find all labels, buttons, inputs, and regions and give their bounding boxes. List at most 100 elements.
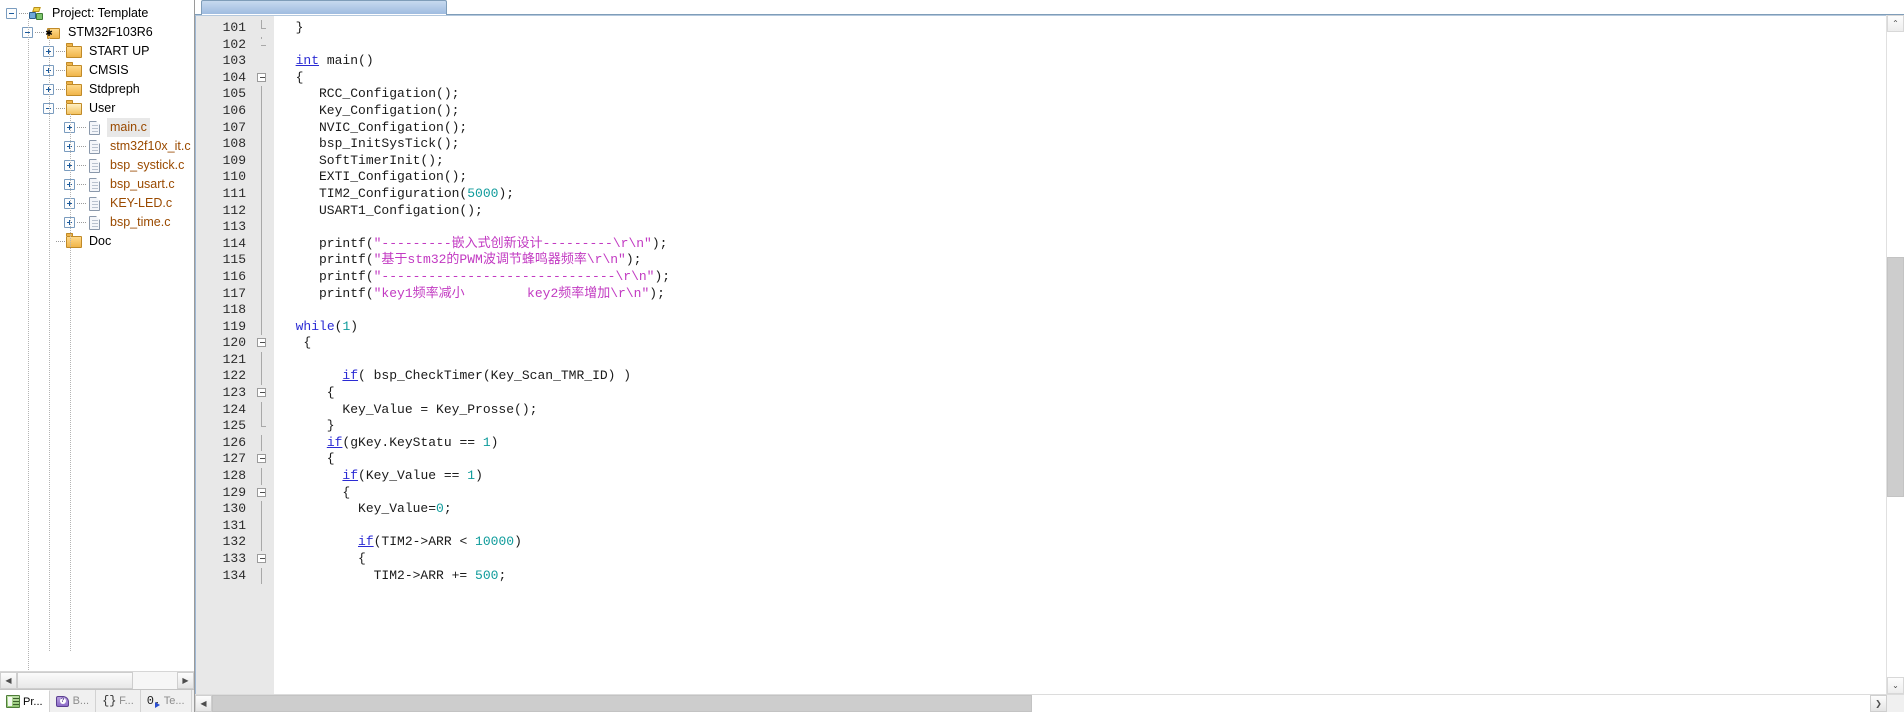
tree-item-user[interactable]: User xyxy=(0,99,194,118)
project-tab-te[interactable]: 0, Te... xyxy=(140,690,192,712)
document-tab-active[interactable] xyxy=(201,0,447,15)
code-line[interactable]: { xyxy=(274,335,1886,352)
fold-toggle-icon[interactable] xyxy=(254,451,274,468)
fold-toggle-icon[interactable] xyxy=(254,385,274,402)
code-line[interactable]: bsp_InitSysTick(); xyxy=(274,136,1886,153)
tree-item-cmsis[interactable]: CMSIS xyxy=(0,61,194,80)
code-line[interactable]: } xyxy=(274,418,1886,435)
code-line[interactable]: RCC_Configation(); xyxy=(274,86,1886,103)
line-number: 111 xyxy=(222,185,246,201)
code-line[interactable]: if(Key_Value == 1) xyxy=(274,468,1886,485)
tree-item-stm32f103r6[interactable]: ✱ STM32F103R6 xyxy=(0,23,194,42)
editor-scroll-up-button[interactable]: ⌃ xyxy=(1887,15,1904,32)
code-token: RCC_Configation(); xyxy=(280,86,460,102)
tree-item-doc[interactable]: Doc xyxy=(0,232,194,251)
code-line[interactable]: printf("基于stm32的PWM波调节蜂鸣器频率\r\n"); xyxy=(274,252,1886,269)
editor-scroll-down-button[interactable]: ⌄ xyxy=(1887,677,1904,694)
code-line[interactable]: USART1_Configation(); xyxy=(274,203,1886,220)
code-line[interactable]: EXTI_Configation(); xyxy=(274,169,1886,186)
tree-item-label: START UP xyxy=(89,44,150,58)
code-line[interactable]: if( bsp_CheckTimer(Key_Scan_TMR_ID) ) xyxy=(274,368,1886,385)
scrollbar-corner xyxy=(1887,695,1904,712)
tree-scroll-right-button[interactable]: ▶ xyxy=(177,672,194,689)
project-pane: Project: Template ✱ STM32F103R6 START UP CMS… xyxy=(0,0,195,712)
code-line[interactable]: { xyxy=(274,385,1886,402)
tree-hscroll-thumb[interactable] xyxy=(17,672,133,689)
code-token: if xyxy=(326,434,343,450)
project-tab-label: B... xyxy=(72,695,90,707)
editor-scroll-right-button[interactable]: ❯ xyxy=(1870,695,1887,712)
code-line[interactable]: } xyxy=(274,20,1886,37)
project-tree-hscrollbar[interactable]: ◀ ▶ xyxy=(0,671,194,689)
tree-item-label: User xyxy=(89,101,116,115)
fold-guide xyxy=(254,152,274,170)
editor-hscroll-thumb[interactable] xyxy=(212,695,1032,712)
code-line[interactable]: printf("---------嵌入式创新设计---------\r\n"); xyxy=(274,236,1886,253)
code-line[interactable]: { xyxy=(274,70,1886,87)
code-token: 5000 xyxy=(467,185,499,201)
document-tab-row[interactable] xyxy=(195,0,1904,15)
tree-item-key-led-c[interactable]: KEY-LED.c xyxy=(0,194,194,213)
editor-scroll-left-button[interactable]: ◀ xyxy=(195,695,212,712)
fold-guide xyxy=(254,136,274,153)
code-line[interactable]: Key_Value = Key_Prosse(); xyxy=(274,402,1886,419)
code-line[interactable]: { xyxy=(274,551,1886,568)
tree-item-main-c[interactable]: main.c xyxy=(0,118,194,137)
fold-toggle-icon[interactable] xyxy=(254,335,274,352)
tree-item-stdpreph[interactable]: Stdpreph xyxy=(0,80,194,99)
code-token: } xyxy=(280,20,304,35)
editor-vscroll-track[interactable] xyxy=(1887,32,1904,677)
code-token: { xyxy=(280,335,312,351)
tree-item-project-template[interactable]: Project: Template xyxy=(0,4,194,23)
tree-scroll-left-button[interactable]: ◀ xyxy=(0,672,17,689)
code-line[interactable]: Key_Value=0; xyxy=(274,501,1886,518)
project-tab-pr[interactable]: Pr... xyxy=(0,690,50,712)
code-line[interactable] xyxy=(274,518,1886,535)
code-line[interactable]: { xyxy=(274,451,1886,468)
tree-item-bsp-usart-c[interactable]: bsp_usart.c xyxy=(0,175,194,194)
code-line[interactable] xyxy=(274,219,1886,236)
fold-toggle-icon[interactable] xyxy=(254,485,274,502)
code-line[interactable]: printf("key1频率减小 key2频率增加\r\n"); xyxy=(274,286,1886,303)
code-line[interactable]: if(gKey.KeyStatu == 1) xyxy=(274,435,1886,452)
editor-hscrollbar[interactable]: ◀ ❯ xyxy=(195,694,1904,712)
editor-hscroll-track[interactable] xyxy=(212,695,1870,712)
code-line[interactable]: if(TIM2->ARR < 10000) xyxy=(274,534,1886,551)
code-line[interactable]: TIM2->ARR += 500; xyxy=(274,568,1886,585)
code-view[interactable]: 101 102 103 104 105 106 107 108 109 110 111 112 113 1… xyxy=(195,15,1886,694)
code-token: ) xyxy=(490,434,499,450)
fold-toggle-icon[interactable] xyxy=(254,551,274,568)
fold-toggle-icon[interactable] xyxy=(254,70,274,87)
tree-item-bsp-systick-c[interactable]: bsp_systick.c xyxy=(0,156,194,175)
code-token: USART1_Configation(); xyxy=(280,202,483,218)
code-text-area[interactable]: } int main() { RCC_Configation(); Key_Co… xyxy=(274,16,1886,694)
project-pane-tabstrip[interactable]: Pr...? B...{} F... 0, Te... xyxy=(0,689,194,712)
collapse-icon[interactable] xyxy=(6,8,17,19)
code-line[interactable]: SoftTimerInit(); xyxy=(274,153,1886,170)
code-token: { xyxy=(280,484,351,500)
code-token: 0 xyxy=(436,501,444,517)
code-line[interactable]: printf("------------------------------\r… xyxy=(274,269,1886,286)
tree-item-start-up[interactable]: START UP xyxy=(0,42,194,61)
code-token: printf( xyxy=(280,285,374,301)
code-line[interactable] xyxy=(274,302,1886,319)
editor-pane: 101 102 103 104 105 106 107 108 109 110 111 112 113 1… xyxy=(195,0,1904,712)
code-line[interactable] xyxy=(274,37,1886,54)
code-line[interactable]: Key_Configation(); xyxy=(274,103,1886,120)
project-tree[interactable]: Project: Template ✱ STM32F103R6 START UP CMS… xyxy=(0,0,194,671)
tree-item-bsp-time-c[interactable]: bsp_time.c xyxy=(0,213,194,232)
editor-vscroll-thumb[interactable] xyxy=(1887,257,1904,497)
code-line[interactable]: TIM2_Configuration(5000); xyxy=(274,186,1886,203)
tree-hscroll-track[interactable] xyxy=(17,672,177,689)
code-line[interactable]: while(1) xyxy=(274,319,1886,336)
code-line[interactable]: NVIC_Configation(); xyxy=(274,120,1886,137)
code-line[interactable] xyxy=(274,352,1886,369)
code-line[interactable]: int main() xyxy=(274,53,1886,70)
code-folding-column[interactable] xyxy=(254,16,274,694)
project-tab-f[interactable]: {} F... xyxy=(96,690,141,712)
project-tab-b[interactable]: ? B... xyxy=(49,690,97,712)
tree-item-stm32f10x-it-c[interactable]: stm32f10x_it.c xyxy=(0,137,194,156)
code-line[interactable]: { xyxy=(274,485,1886,502)
editor-vscrollbar[interactable]: ⌃ ⌄ xyxy=(1886,15,1904,694)
